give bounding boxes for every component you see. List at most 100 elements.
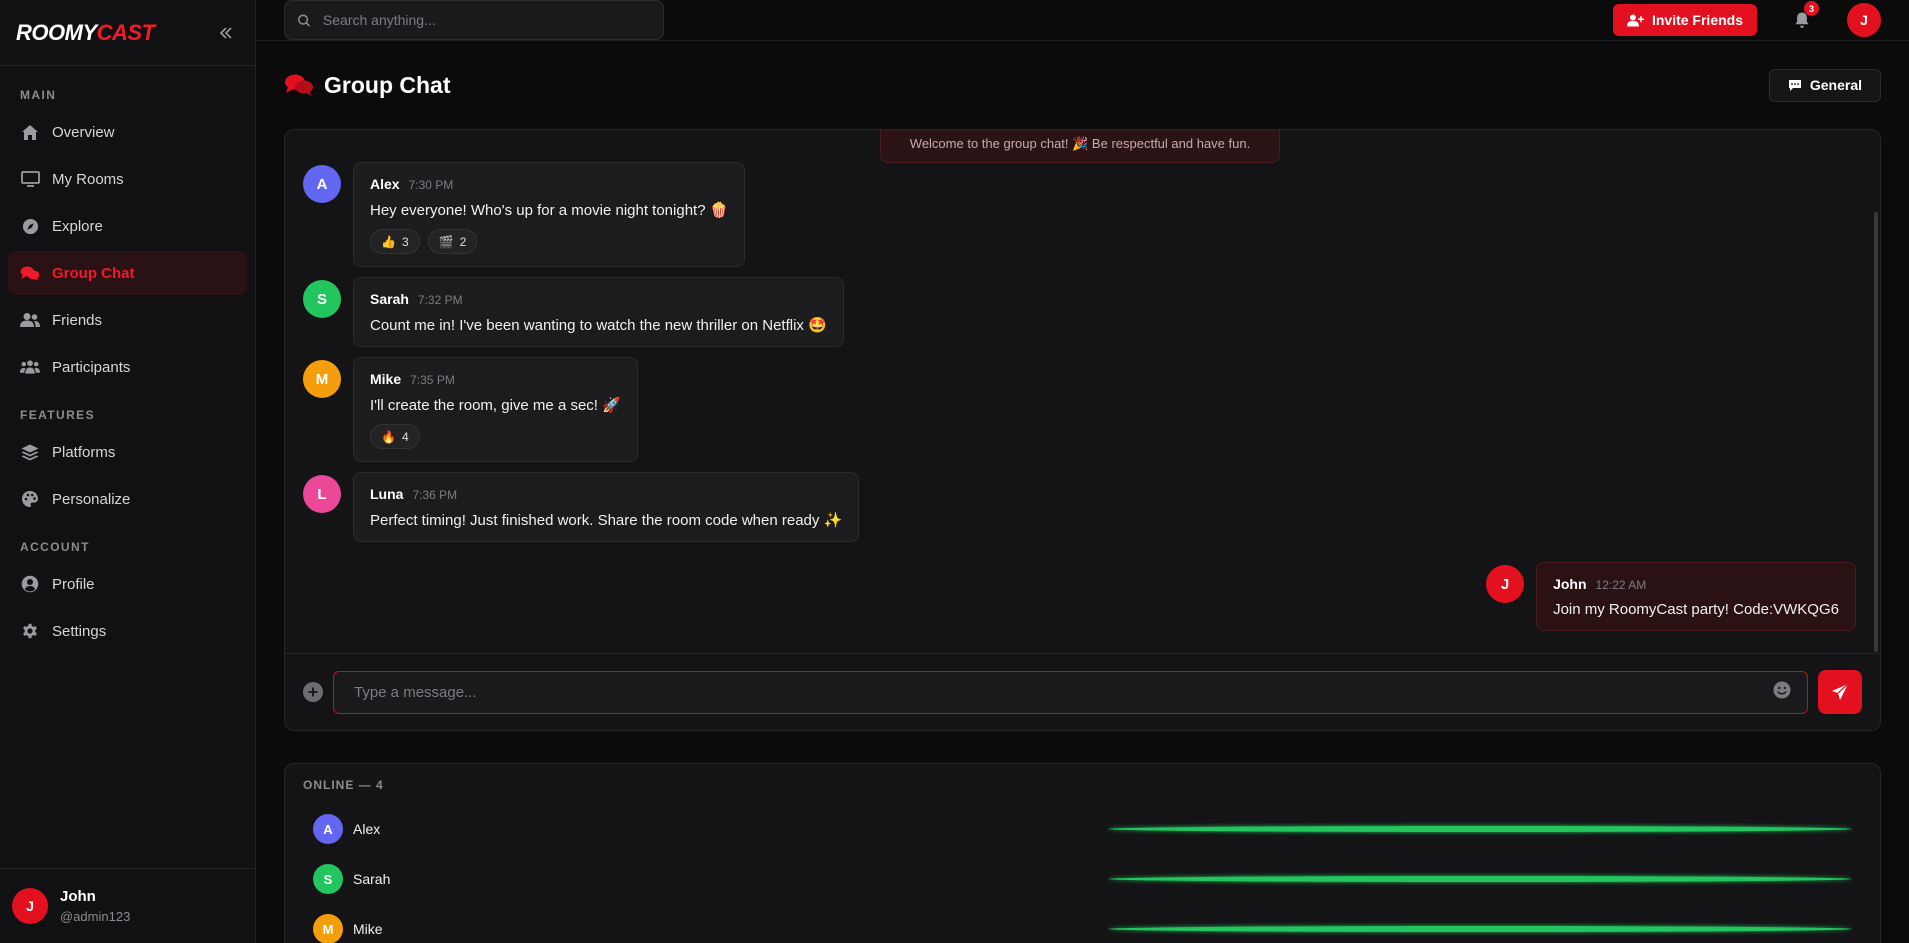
sidebar-item-profile[interactable]: Profile — [8, 562, 247, 606]
group-icon — [20, 357, 40, 377]
online-user-row[interactable]: A Alex — [303, 804, 1862, 854]
channel-label: General — [1809, 77, 1862, 93]
sidebar-item-label: Overview — [52, 123, 115, 141]
user-plus-icon — [1626, 14, 1644, 26]
message-author: Luna — [370, 486, 404, 502]
reaction-chip[interactable]: 🎬 2 — [427, 229, 478, 254]
profile-avatar[interactable]: J — [1847, 3, 1881, 37]
sidebar-item-participants[interactable]: Participants — [8, 345, 247, 389]
smiley-icon — [1773, 681, 1791, 698]
message-author: Alex — [370, 176, 400, 192]
logo[interactable]: ROOMYCAST — [16, 20, 155, 46]
reaction-emoji: 🎬 — [438, 234, 454, 249]
reaction-chip[interactable]: 🔥 4 — [370, 424, 420, 449]
message-time: 7:35 PM — [410, 373, 455, 387]
reaction-list: 🔥 4 — [370, 424, 621, 449]
notifications-button[interactable]: 3 — [1791, 1, 1819, 31]
sidebar-item-personalize[interactable]: Personalize — [8, 477, 247, 521]
user-name: John — [60, 888, 96, 905]
user-circle-icon — [20, 574, 40, 594]
avatar[interactable]: M — [303, 360, 341, 398]
sidebar-item-friends[interactable]: Friends — [8, 298, 247, 342]
gear-icon — [20, 621, 40, 641]
sidebar: ROOMYCAST MAIN Overview My Rooms Explore Gro… — [0, 0, 256, 943]
message-time: 7:32 PM — [417, 293, 463, 307]
welcome-banner: Welcome to the group chat! 🎉 Be respectf… — [880, 130, 1280, 163]
reaction-chip[interactable]: 👍 3 — [370, 229, 420, 254]
chat-message: L Luna 7:36 PM Perfect timing! Just finishe… — [303, 472, 860, 542]
online-status-indicator — [1108, 826, 1852, 832]
sidebar-item-label: Platforms — [52, 443, 116, 461]
sidebar-item-label: Explore — [52, 217, 103, 235]
add-attachment-button[interactable] — [303, 682, 323, 702]
notification-badge: 3 — [1804, 1, 1819, 16]
message-composer — [285, 653, 1880, 730]
topbar: Invite Friends 3 J — [256, 0, 1909, 41]
sidebar-item-label: Profile — [52, 575, 95, 593]
sidebar-item-settings[interactable]: Settings — [8, 609, 247, 653]
online-user-name: Alex — [353, 821, 381, 837]
collapse-sidebar-button[interactable] — [213, 20, 239, 46]
sidebar-item-explore[interactable]: Explore — [8, 204, 247, 248]
sidebar-nav: MAIN Overview My Rooms Explore Group Chat Fri… — [0, 66, 255, 868]
channel-selector-button[interactable]: General — [1768, 68, 1881, 102]
emoji-button[interactable] — [1773, 681, 1791, 704]
sidebar-item-group-chat[interactable]: Group Chat — [8, 251, 247, 295]
chat-message: S Sarah 7:32 PM Count me in! I've been want… — [303, 277, 844, 347]
compass-icon — [20, 216, 40, 236]
own-message: J John 12:22 AM Join my RoomyCast party! Co… — [1486, 562, 1856, 631]
avatar: M — [313, 914, 343, 943]
message-author: Sarah — [370, 291, 409, 307]
palette-icon — [20, 489, 40, 509]
message-list[interactable]: Welcome to the group chat! 🎉 Be respectf… — [285, 130, 1880, 655]
send-button[interactable] — [1818, 670, 1862, 714]
message-input[interactable] — [354, 683, 1773, 701]
message-bubble: Luna 7:36 PM Perfect timing! Just finished… — [353, 472, 860, 542]
scrollbar[interactable] — [1874, 212, 1878, 652]
avatar[interactable]: L — [303, 475, 341, 513]
avatar: S — [313, 864, 343, 894]
users-icon — [20, 310, 40, 330]
message-bubble: Mike 7:35 PM I'll create the room, give me… — [353, 357, 638, 462]
main-area: Invite Friends 3 J Group Chat General — [256, 0, 1909, 943]
nav-section-heading: MAIN — [20, 88, 57, 102]
message-field[interactable] — [333, 670, 1808, 714]
reaction-emoji: 👍 — [381, 234, 396, 249]
user-card[interactable]: J John @admin123 — [0, 868, 255, 943]
brand-bar: ROOMYCAST — [0, 0, 255, 65]
message-square-icon — [1788, 79, 1801, 91]
online-user-name: Sarah — [353, 871, 391, 887]
search-input[interactable] — [322, 12, 651, 28]
chat-message: M Mike 7:35 PM I'll create the room, give m… — [303, 357, 638, 462]
user-handle: @admin123 — [60, 909, 131, 924]
chat-panel: Welcome to the group chat! 🎉 Be respectf… — [284, 129, 1881, 731]
avatar[interactable]: A — [303, 165, 341, 203]
message-text: Perfect timing! Just finished work. Shar… — [370, 512, 843, 529]
sidebar-item-label: Personalize — [52, 490, 131, 508]
home-icon — [20, 122, 40, 142]
invite-friends-button[interactable]: Invite Friends — [1612, 4, 1757, 36]
nav-section-heading: FEATURES — [20, 408, 95, 422]
online-user-row[interactable]: S Sarah — [303, 854, 1862, 904]
online-title: ONLINE — 4 — [303, 778, 384, 792]
sidebar-item-label: Group Chat — [52, 264, 135, 282]
avatar[interactable]: J — [1486, 565, 1525, 603]
chat-bubbles-icon — [285, 74, 313, 96]
sidebar-item-overview[interactable]: Overview — [8, 110, 247, 154]
layers-icon — [20, 442, 40, 462]
reaction-list: 👍 3 🎬 2 — [370, 229, 728, 254]
message-time: 7:30 PM — [408, 178, 454, 192]
message-time: 7:36 PM — [412, 488, 458, 502]
reaction-count: 3 — [401, 234, 409, 249]
online-status-indicator — [1108, 926, 1852, 932]
online-user-row[interactable]: M Mike — [303, 904, 1862, 943]
sidebar-item-my-rooms[interactable]: My Rooms — [8, 157, 247, 201]
search-box[interactable] — [284, 0, 664, 40]
reaction-count: 4 — [401, 429, 409, 444]
chat-icon — [20, 263, 40, 283]
message-text: I'll create the room, give me a sec! 🚀 — [370, 397, 621, 414]
avatar[interactable]: S — [303, 280, 341, 318]
message-text: Hey everyone! Who's up for a movie night… — [370, 202, 729, 219]
monitor-icon — [20, 169, 40, 189]
sidebar-item-platforms[interactable]: Platforms — [8, 430, 247, 474]
